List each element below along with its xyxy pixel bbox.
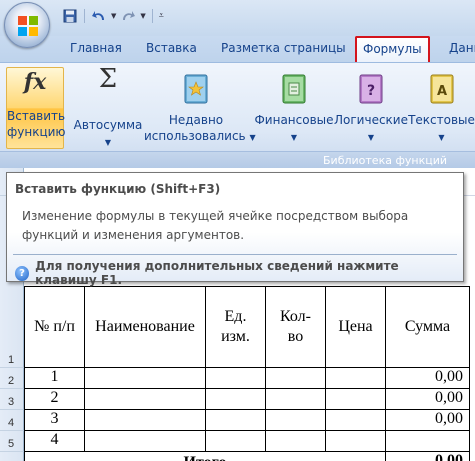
undo-dropdown-icon[interactable]: ▼	[111, 12, 116, 20]
logical-dropdown-icon[interactable]: ▼	[368, 133, 374, 142]
function-library-group-label: Библиотека функций	[0, 151, 475, 169]
cell-name[interactable]	[85, 389, 206, 410]
text-functions-button[interactable]: A Текстовые ▼	[408, 67, 475, 146]
row-header-2[interactable]: 2	[0, 368, 24, 389]
row-number-5: 5	[8, 438, 15, 450]
row-header-5[interactable]: 5	[0, 431, 24, 452]
tooltip-help-text: Для получения дополнительных сведений на…	[35, 259, 399, 287]
financial-label: Финансовые	[254, 113, 334, 127]
tooltip-help-row: ? Для получения дополнительных сведений …	[15, 259, 463, 287]
save-icon[interactable]	[62, 8, 78, 24]
cell-name[interactable]	[85, 410, 206, 431]
tab-data[interactable]: Данн	[449, 41, 475, 55]
office-logo-icon	[18, 16, 38, 36]
text-functions-dropdown-icon[interactable]: ▼	[438, 133, 444, 142]
cell-unit[interactable]	[206, 368, 266, 389]
tooltip-separator	[13, 254, 457, 255]
total-sum-cell[interactable]: 0,00	[386, 452, 470, 461]
row-number-4: 4	[8, 417, 15, 429]
row-header-4[interactable]: 4	[0, 410, 24, 431]
cell-sum[interactable]	[386, 431, 470, 452]
cell-sum[interactable]: 0,00	[386, 368, 470, 389]
logical-button[interactable]: ? Логические ▼	[334, 67, 408, 146]
insert-function-label-1: Вставить	[7, 109, 66, 123]
header-cell-sum[interactable]: Сумма	[386, 286, 470, 368]
recent-label-2: использовались ▼	[144, 128, 256, 146]
row-header-3[interactable]: 3	[0, 389, 24, 410]
cell-name[interactable]	[85, 431, 206, 452]
header-cell-name[interactable]: Наименование	[85, 286, 206, 368]
cell-number[interactable]: 3	[24, 410, 85, 431]
cell-unit[interactable]	[206, 389, 266, 410]
cell-price[interactable]	[326, 368, 386, 389]
svg-text:?: ?	[367, 83, 375, 99]
help-icon: ?	[15, 265, 30, 281]
logical-book-icon: ?	[359, 74, 383, 104]
text-book-icon: A	[430, 74, 453, 104]
financial-book-icon	[282, 74, 306, 104]
text-functions-label: Текстовые	[408, 113, 475, 127]
tab-page-layout[interactable]: Разметка страницы	[221, 41, 346, 55]
logical-label: Логические	[334, 113, 408, 127]
customize-qat-icon[interactable]: ⩡	[159, 11, 164, 21]
cell-unit[interactable]	[206, 410, 266, 431]
cell-price[interactable]	[326, 410, 386, 431]
function-library-label: Библиотека функций	[323, 154, 447, 167]
header-cell-number[interactable]: № п/п	[24, 286, 85, 368]
fx-icon: fx	[23, 69, 47, 95]
cell-name[interactable]	[85, 368, 206, 389]
cell-quantity[interactable]	[266, 368, 326, 389]
insert-function-label-2: функцию	[7, 125, 66, 139]
insert-function-button[interactable]: fx Вставить функцию	[6, 67, 66, 149]
cell-sum[interactable]: 0,00	[386, 389, 470, 410]
cell-quantity[interactable]	[266, 410, 326, 431]
autosum-label: Автосумма	[73, 118, 143, 132]
qat-separator	[151, 9, 153, 23]
row-number-2: 2	[8, 375, 15, 387]
cell-sum[interactable]: 0,00	[386, 410, 470, 431]
ribbon-tabs: Главная Вставка Разметка страницы Формул…	[0, 36, 475, 64]
cell-number[interactable]: 2	[24, 389, 85, 410]
autosum-dropdown-icon[interactable]: ▼	[105, 138, 111, 147]
cell-quantity[interactable]	[266, 431, 326, 452]
autosum-button[interactable]: Σ Автосумма ▼	[72, 64, 144, 151]
row-header-6[interactable]: 6	[0, 452, 24, 461]
tab-insert[interactable]: Вставка	[146, 41, 197, 55]
title-bar: ▼ ▼ ⩡	[0, 0, 475, 48]
row-number-1: 1	[8, 354, 15, 366]
header-cell-price[interactable]: Цена	[326, 286, 386, 368]
sigma-icon: Σ	[98, 64, 118, 94]
qat-separator	[84, 9, 85, 23]
cell-number[interactable]: 1	[24, 368, 85, 389]
quick-access-toolbar: ▼ ▼ ⩡	[62, 6, 164, 26]
tab-home[interactable]: Главная	[70, 41, 122, 55]
office-button[interactable]	[4, 2, 50, 48]
header-cell-quantity[interactable]: Кол-во	[266, 286, 326, 368]
tooltip-description: Изменение формулы в текущей ячейке посре…	[22, 209, 409, 242]
cell-price[interactable]	[326, 431, 386, 452]
redo-dropdown-icon[interactable]: ▼	[140, 12, 145, 20]
header-cell-unit[interactable]: Ед. изм.	[206, 286, 266, 368]
row-number-3: 3	[8, 396, 15, 408]
total-label-cell[interactable]: Итого	[24, 452, 386, 461]
recent-book-icon	[184, 74, 208, 104]
recent-functions-button[interactable]: Недавно использовались ▼	[144, 67, 256, 146]
insert-function-tooltip: Вставить функцию (Shift+F3) Изменение фо…	[6, 172, 464, 287]
tab-formulas[interactable]: Формулы	[355, 36, 430, 64]
recent-label-1: Недавно	[168, 113, 224, 127]
cell-number[interactable]: 4	[24, 431, 85, 452]
cell-quantity[interactable]	[266, 389, 326, 410]
cell-price[interactable]	[326, 389, 386, 410]
redo-icon[interactable]	[120, 8, 136, 24]
undo-icon[interactable]	[91, 8, 107, 24]
ribbon-panel: fx Вставить функцию Σ Автосумма ▼ Недавн…	[0, 62, 475, 169]
svg-text:A: A	[436, 84, 446, 99]
financial-dropdown-icon[interactable]: ▼	[291, 133, 297, 142]
cell-unit[interactable]	[206, 431, 266, 452]
recent-label-2-text: использовались	[144, 129, 246, 143]
financial-button[interactable]: Финансовые ▼	[254, 67, 334, 146]
tooltip-title: Вставить функцию (Shift+F3)	[15, 182, 221, 196]
